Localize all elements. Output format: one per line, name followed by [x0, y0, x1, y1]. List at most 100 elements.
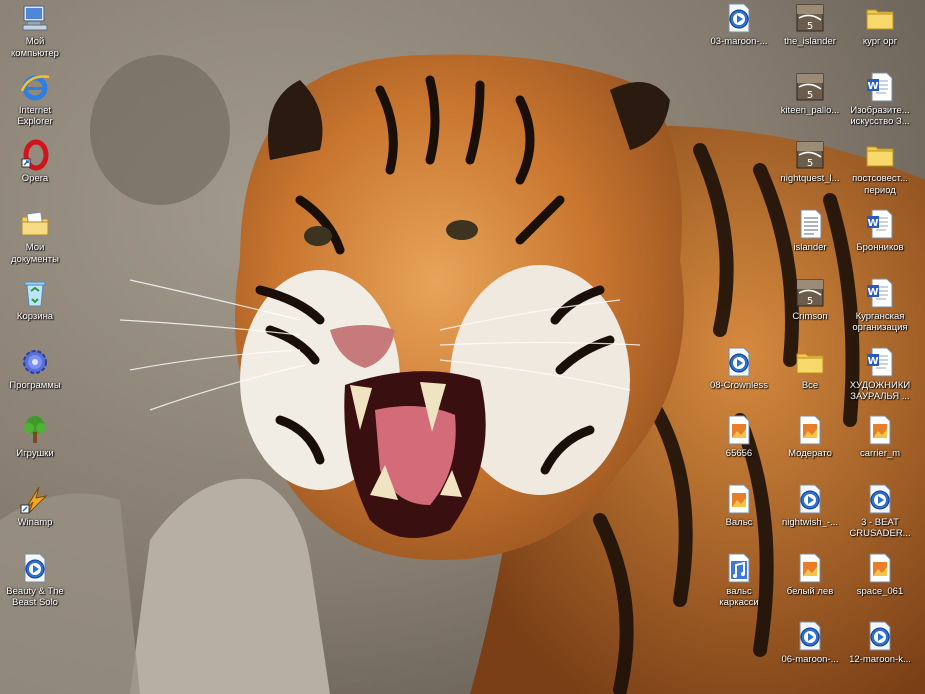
svg-text:5: 5: [807, 90, 813, 101]
desktop-icon-text-doc[interactable]: islander: [775, 208, 845, 270]
desktop-icon-label: 08-Crownless: [709, 379, 769, 391]
media-file-icon: [19, 552, 51, 584]
desktop-icon-image-file[interactable]: space_061: [845, 552, 915, 614]
desktop-icon-label: Beauty & The Beast Solo: [6, 585, 64, 609]
desktop-icon-internet-explorer[interactable]: Internet Explorer: [0, 71, 70, 133]
image-file-icon: [723, 414, 755, 446]
winamp-icon: [19, 483, 51, 515]
desktop-icon-label: 12-maroon-k...: [849, 654, 911, 666]
desktop-icon-label: Программы: [9, 379, 61, 391]
desktop-icon-image-file[interactable]: белый лев: [775, 552, 845, 614]
desktop-icon-opera[interactable]: Opera: [0, 139, 70, 201]
recycle-bin-icon: [19, 277, 51, 309]
my-computer-icon: [19, 2, 51, 34]
desktop-icon-label: Вальс: [725, 516, 753, 528]
desktop-icon-audio-file[interactable]: вальс каркасси: [704, 552, 774, 614]
image-file-icon: [794, 552, 826, 584]
desktop-icon-my-computer[interactable]: Мой компьютер: [0, 2, 70, 64]
internet-explorer-icon: [19, 71, 51, 103]
opera-icon: [19, 139, 51, 171]
my-documents-icon: [19, 208, 51, 240]
desktop-icon-programs-gear[interactable]: Программы: [0, 346, 70, 408]
media-file-icon: [864, 483, 896, 515]
svg-text:W: W: [867, 218, 878, 229]
desktop-icon-label: вальс каркасси: [719, 585, 759, 609]
media-file-icon: [723, 2, 755, 34]
svg-text:5: 5: [807, 296, 813, 307]
desktop-icon-image-file[interactable]: Модерато: [775, 414, 845, 476]
desktop-icon-label: carrier_m: [859, 448, 901, 460]
desktop-icon-label: белый лев: [786, 585, 834, 597]
media-clip-icon: 5: [794, 2, 826, 34]
desktop-icon-label: Opera: [21, 173, 49, 185]
media-clip-icon: 5: [794, 139, 826, 171]
desktop-icon-media-file[interactable]: 03-maroon-...: [704, 2, 774, 64]
desktop-icon-label: 03-maroon-...: [710, 36, 768, 47]
desktop-icon-label: постсовест... период: [852, 173, 908, 196]
desktop-icon-image-file[interactable]: 65656: [704, 414, 774, 476]
desktop-icon-label: Изобразите... искусство З...: [850, 104, 910, 128]
desktop-icon-media-clip[interactable]: 5 Crimson: [775, 277, 845, 339]
desktop-icon-media-file[interactable]: Beauty & The Beast Solo: [0, 552, 70, 614]
media-file-icon: [864, 620, 896, 652]
word-doc-icon: W: [864, 277, 896, 309]
desktop-icon-label: Winamp: [17, 516, 53, 528]
desktop-icon-winamp[interactable]: Winamp: [0, 483, 70, 545]
desktop-icon-folder[interactable]: постсовест... период: [845, 139, 915, 201]
desktop-icon-word-doc[interactable]: W ХУДОЖНИКИ ЗАУРАЛЬЯ ...: [845, 346, 915, 408]
desktop-icon-label: Бронников: [856, 242, 904, 254]
desktop-icon-label: kiteen_pallo...: [780, 104, 840, 116]
image-file-icon: [794, 414, 826, 446]
desktop-icon-label: 65656: [725, 448, 753, 460]
svg-text:W: W: [867, 356, 878, 367]
desktop-icon-media-file[interactable]: 08-Crownless: [704, 346, 774, 408]
games-tree-icon: [19, 414, 51, 446]
desktop-icon-media-clip[interactable]: 5 nightquest_l...: [775, 139, 845, 201]
media-file-icon: [794, 483, 826, 515]
desktop-icon-label: nightquest_l...: [780, 173, 840, 185]
desktop-icon-label: Internet Explorer: [17, 104, 53, 128]
desktop-icon-media-file[interactable]: 3 - BEAT CRUSADER...: [845, 483, 915, 545]
svg-text:5: 5: [807, 158, 813, 169]
desktop-icon-image-file[interactable]: carrier_m: [845, 414, 915, 476]
desktop-icon-word-doc[interactable]: W Изобразите... искусство З...: [845, 71, 915, 133]
text-doc-icon: [794, 208, 826, 240]
media-clip-icon: 5: [794, 277, 826, 309]
desktop-icon-label: Мой компьютер: [11, 36, 59, 59]
desktop-icon-label: Корзина: [16, 310, 54, 322]
word-doc-icon: W: [864, 208, 896, 240]
desktop-icon-label: space_061: [856, 585, 904, 597]
desktop-icon-label: кург орг: [862, 36, 898, 47]
media-file-icon: [723, 346, 755, 378]
desktop-icon-folder[interactable]: Все: [775, 346, 845, 408]
desktop-icon-media-clip[interactable]: 5 kiteen_pallo...: [775, 71, 845, 133]
word-doc-icon: W: [864, 346, 896, 378]
desktop-icon-label: 3 - BEAT CRUSADER...: [849, 516, 911, 540]
desktop-icon-media-file[interactable]: nightwish_-...: [775, 483, 845, 545]
desktop-icon-games-tree[interactable]: Игрушки: [0, 414, 70, 476]
desktop-icon-image-file[interactable]: Вальс: [704, 483, 774, 545]
desktop-icon-label: Все: [801, 379, 819, 391]
programs-gear-icon: [19, 346, 51, 378]
desktop-icon-label: Игрушки: [16, 448, 54, 460]
desktop-icon-word-doc[interactable]: W Бронников: [845, 208, 915, 270]
desktop-icon-word-doc[interactable]: W Курганская организация: [845, 277, 915, 339]
desktop-icon-label: 06-maroon-...: [781, 654, 839, 666]
media-file-icon: [794, 620, 826, 652]
desktop-icon-recycle-bin[interactable]: Корзина: [0, 277, 70, 339]
image-file-icon: [864, 552, 896, 584]
folder-icon: [864, 2, 896, 34]
desktop-icon-media-file[interactable]: 06-maroon-...: [775, 620, 845, 682]
desktop-icon-my-documents[interactable]: Мои документы: [0, 208, 70, 270]
svg-text:W: W: [867, 81, 878, 92]
desktop-icon-label: ХУДОЖНИКИ ЗАУРАЛЬЯ ...: [849, 379, 911, 403]
desktop-icon-media-clip[interactable]: 5 the_islander: [775, 2, 845, 64]
desktop-icon-label: Crimson: [792, 310, 828, 322]
audio-file-icon: [723, 552, 755, 584]
media-clip-icon: 5: [794, 71, 826, 103]
desktop-icon-folder[interactable]: кург орг: [845, 2, 915, 64]
word-doc-icon: W: [864, 71, 896, 103]
desktop-icon-label: the_islander: [784, 36, 836, 47]
desktop-icon-label: nightwish_-...: [782, 516, 838, 528]
desktop-icon-media-file[interactable]: 12-maroon-k...: [845, 620, 915, 682]
